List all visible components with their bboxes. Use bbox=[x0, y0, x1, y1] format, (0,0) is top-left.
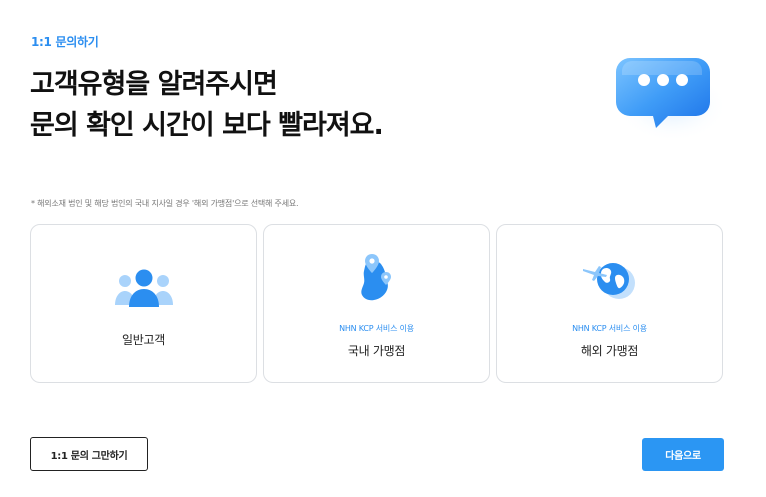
option-card-domestic[interactable]: NHN KCP 서비스 이용 국내 가맹점 bbox=[263, 224, 490, 383]
option-sub-label: NHN KCP 서비스 이용 bbox=[572, 324, 647, 333]
option-label: 해외 가맹점 bbox=[580, 344, 639, 358]
page-eyebrow: 1:1 문의하기 bbox=[31, 35, 99, 49]
customer-type-options: 일반고객 NHN KCP 서비스 이용 국내 가맹점 NHN KCP 서비스 이… bbox=[30, 224, 723, 383]
page-title-line-2: 문의 확인 시간이 보다 빨라져요. bbox=[30, 110, 384, 141]
next-button[interactable]: 다음으로 bbox=[642, 438, 724, 471]
page-title-line-1: 고객유형을 알려주시면 bbox=[30, 69, 278, 100]
option-card-overseas[interactable]: NHN KCP 서비스 이용 해외 가맹점 bbox=[496, 224, 723, 383]
option-card-general[interactable]: 일반고객 bbox=[30, 224, 257, 383]
notice-text: * 해외소재 법인 및 해당 법인의 국내 지사일 경우 '해외 가맹점'으로 … bbox=[31, 199, 299, 208]
quit-inquiry-button[interactable]: 1:1 문의 그만하기 bbox=[30, 437, 148, 471]
option-label: 국내 가맹점 bbox=[347, 344, 406, 358]
people-icon bbox=[114, 269, 173, 307]
option-sub-label: NHN KCP 서비스 이용 bbox=[339, 324, 414, 333]
option-label: 일반고객 bbox=[122, 333, 165, 347]
globe-plane-icon bbox=[582, 263, 635, 299]
chat-bubble-icon bbox=[616, 58, 726, 142]
korea-map-pin-icon bbox=[360, 254, 391, 301]
page-title: 고객유형을 알려주시면 문의 확인 시간이 보다 빨라져요. bbox=[30, 64, 384, 146]
